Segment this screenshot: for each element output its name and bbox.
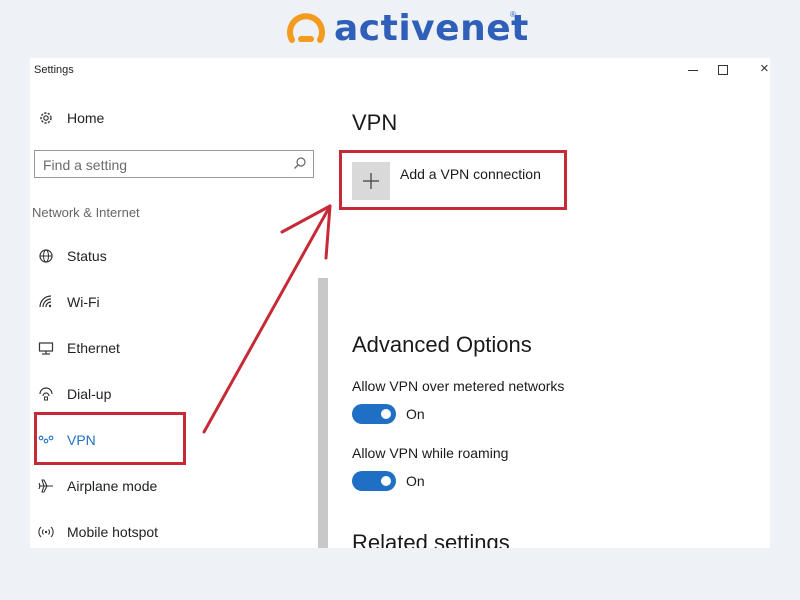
search-box[interactable]	[34, 150, 314, 178]
search-icon[interactable]	[293, 156, 307, 170]
sidebar-item-label: Ethernet	[67, 340, 120, 356]
add-vpn-highlight-box	[339, 150, 567, 210]
sidebar-item-label: Home	[67, 110, 105, 126]
page-title: VPN	[352, 110, 398, 135]
globe-icon	[36, 246, 56, 266]
metered-networks-toggle[interactable]	[352, 404, 396, 424]
section-header: Network & Internet	[32, 205, 140, 220]
sidebar-item-ethernet[interactable]: Ethernet	[36, 332, 316, 364]
title-bar: Settings	[30, 58, 770, 84]
registered-mark: ®	[510, 10, 516, 19]
sidebar-item-status[interactable]: Status	[36, 240, 316, 272]
brand-name: activenet	[334, 8, 529, 49]
option-roaming-label: Allow VPN while roaming	[352, 445, 509, 461]
sidebar-item-home[interactable]: Home	[36, 102, 316, 134]
sidebar-item-dialup[interactable]: Dial-up	[36, 378, 316, 410]
sidebar-item-mobile-hotspot[interactable]: Mobile hotspot	[36, 516, 316, 548]
activenet-logo-mark-icon	[287, 13, 325, 43]
advanced-options-heading: Advanced Options	[352, 332, 532, 357]
minimize-icon[interactable]	[680, 61, 706, 79]
sidebar: Home Network & Internet Status Wi-Fi	[30, 88, 328, 548]
sidebar-item-airplane-mode[interactable]: Airplane mode	[36, 470, 316, 502]
sidebar-item-label: Wi-Fi	[67, 294, 100, 310]
wifi-icon	[36, 292, 56, 312]
vpn-highlight-box	[34, 412, 186, 465]
option-metered-label: Allow VPN over metered networks	[352, 378, 565, 394]
hotspot-icon	[36, 522, 56, 542]
sidebar-item-label: Dial-up	[67, 386, 112, 402]
sidebar-item-label: Airplane mode	[67, 478, 158, 494]
sidebar-item-label: Status	[67, 248, 107, 264]
maximize-icon[interactable]	[710, 61, 736, 79]
toggle-knob	[381, 476, 391, 486]
sidebar-item-label: Mobile hotspot	[67, 524, 159, 540]
settings-window: Settings Home Network & Internet Status	[30, 58, 770, 548]
roaming-toggle[interactable]	[352, 471, 396, 491]
roaming-toggle-state: On	[406, 473, 425, 489]
sidebar-item-wifi[interactable]: Wi-Fi	[36, 286, 316, 318]
close-icon[interactable]	[752, 60, 770, 79]
dialup-icon	[36, 384, 56, 404]
airplane-icon	[36, 476, 56, 496]
metered-toggle-state: On	[406, 406, 425, 422]
window-title: Settings	[34, 64, 74, 76]
sidebar-scrollbar[interactable]	[318, 278, 328, 548]
search-input[interactable]	[41, 154, 285, 176]
toggle-knob	[381, 409, 391, 419]
related-settings-heading: Related settings	[352, 530, 510, 548]
brand-logo: activenet ®	[286, 8, 529, 50]
ethernet-icon	[36, 338, 56, 358]
gear-icon	[36, 108, 56, 128]
